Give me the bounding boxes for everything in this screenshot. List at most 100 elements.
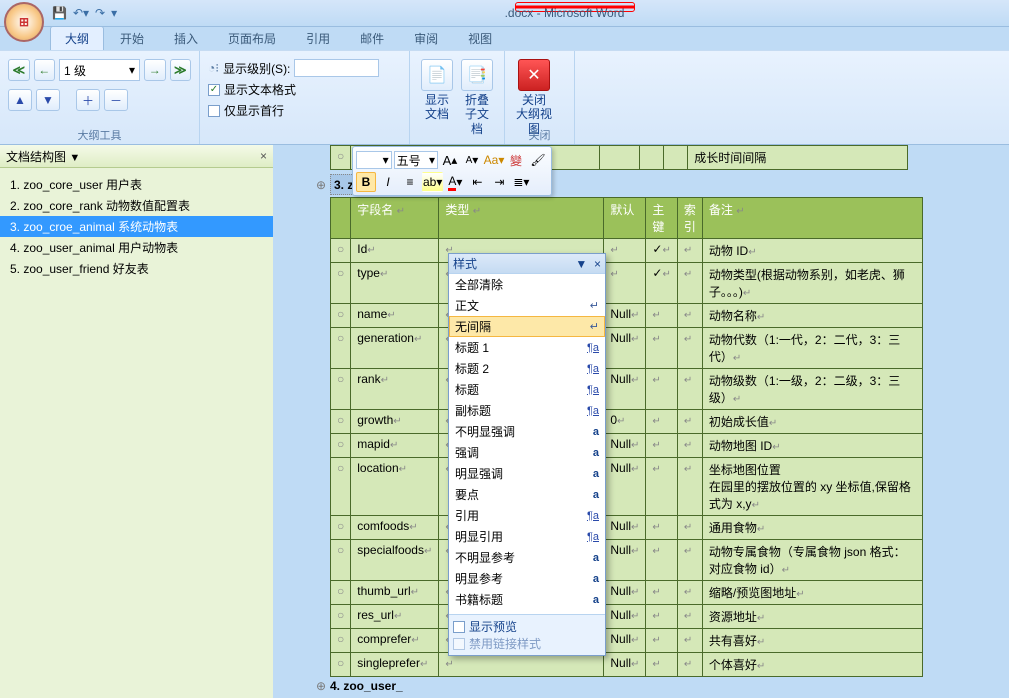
cell-field[interactable]: mapid↵: [351, 434, 439, 458]
tab-review[interactable]: 审阅: [400, 27, 452, 50]
cell-default[interactable]: 0↵: [604, 410, 646, 434]
nav-item[interactable]: 3. zoo_croe_animal 系统动物表: [0, 216, 273, 237]
phonetic-guide-icon[interactable]: 變: [506, 150, 526, 170]
collapse-subdoc-button[interactable]: 📑 折叠 子文档: [458, 55, 496, 140]
demote-button[interactable]: →: [144, 59, 166, 81]
style-item[interactable]: 不明显强调a: [449, 421, 605, 442]
cell-idx[interactable]: ↵: [677, 304, 702, 328]
mini-size-combo[interactable]: 五号▾: [394, 151, 438, 169]
tab-references[interactable]: 引用: [292, 27, 344, 50]
cell-idx[interactable]: ↵: [677, 540, 702, 581]
cell-note[interactable]: 通用食物↵: [702, 516, 922, 540]
cell-note[interactable]: 缩略/预览图地址↵: [702, 581, 922, 605]
style-item[interactable]: 明显引用¶a: [449, 526, 605, 547]
cell-idx[interactable]: ↵: [677, 328, 702, 369]
cell-idx[interactable]: ↵: [677, 629, 702, 653]
promote-to-h1-button[interactable]: ≪: [8, 59, 30, 81]
show-document-button[interactable]: 📄 显示 文档: [418, 55, 456, 140]
style-item[interactable]: 无间隔↵: [449, 316, 605, 337]
cell-field[interactable]: singleprefer↵: [351, 653, 439, 677]
align-center-icon[interactable]: ≡: [400, 172, 420, 192]
cell-note[interactable]: 动物 ID↵: [702, 239, 922, 263]
cell-field[interactable]: generation↵: [351, 328, 439, 369]
nav-close-icon[interactable]: ×: [260, 149, 267, 163]
cell-note[interactable]: 动物专属食物（专属食物 json 格式：对应食物 id）↵: [702, 540, 922, 581]
nav-dropdown-icon[interactable]: ▼: [69, 152, 80, 164]
shrink-font-icon[interactable]: A▾: [462, 150, 482, 170]
style-item[interactable]: 不明显参考a: [449, 547, 605, 568]
style-item[interactable]: 副标题¶a: [449, 400, 605, 421]
outline-plus-icon[interactable]: ⊕: [312, 174, 330, 195]
style-item[interactable]: 明显参考a: [449, 568, 605, 589]
cell-note[interactable]: 共有喜好↵: [702, 629, 922, 653]
style-item[interactable]: 正文↵: [449, 295, 605, 316]
cell-pk[interactable]: ↵: [646, 540, 677, 581]
style-item[interactable]: 标题 2¶a: [449, 358, 605, 379]
cell-idx[interactable]: ↵: [677, 581, 702, 605]
cell-pk[interactable]: ↵: [646, 516, 677, 540]
cell-idx[interactable]: ↵: [677, 516, 702, 540]
cell-default[interactable]: Null↵: [604, 304, 646, 328]
cell-idx[interactable]: ↵: [677, 239, 702, 263]
cell-field[interactable]: thumb_url↵: [351, 581, 439, 605]
bullets-icon[interactable]: ≣▾: [511, 172, 531, 192]
cell-note[interactable]: 动物级数（1:一级，2：二级，3：三级）↵: [702, 369, 922, 410]
cell-field[interactable]: comfoods↵: [351, 516, 439, 540]
cell-idx[interactable]: ↵: [677, 653, 702, 677]
cell-pk[interactable]: ↵: [646, 410, 677, 434]
cell-field[interactable]: growth↵: [351, 410, 439, 434]
nav-item[interactable]: 2. zoo_core_rank 动物数值配置表: [0, 195, 273, 216]
qat-redo-icon[interactable]: ↷: [95, 6, 105, 20]
style-item[interactable]: 引用¶a: [449, 505, 605, 526]
cell-pk[interactable]: ↵: [646, 434, 677, 458]
cell-default[interactable]: Null↵: [604, 434, 646, 458]
mini-font-combo[interactable]: ▾: [356, 151, 392, 169]
cell-default[interactable]: Null↵: [604, 458, 646, 516]
style-item[interactable]: 标题 1¶a: [449, 337, 605, 358]
cell-pk[interactable]: ↵: [646, 328, 677, 369]
italic-button[interactable]: I: [378, 172, 398, 192]
cell-field[interactable]: Id↵: [351, 239, 439, 263]
cell-note[interactable]: 动物代数（1:一代，2：二代，3：三代）↵: [702, 328, 922, 369]
collapse-button[interactable]: －: [104, 89, 128, 111]
tab-insert[interactable]: 插入: [160, 27, 212, 50]
change-case-icon[interactable]: Aa▾: [484, 150, 504, 170]
grow-font-icon[interactable]: A▴: [440, 150, 460, 170]
expand-button[interactable]: ＋: [76, 89, 100, 111]
cell-idx[interactable]: ↵: [677, 263, 702, 304]
cell-pk[interactable]: ✓↵: [646, 239, 677, 263]
tab-home[interactable]: 开始: [106, 27, 158, 50]
style-item[interactable]: 全部清除: [449, 274, 605, 295]
decrease-indent-icon[interactable]: ⇤: [467, 172, 487, 192]
qat-customize-icon[interactable]: ▾: [111, 6, 117, 20]
cell-idx[interactable]: ↵: [677, 605, 702, 629]
outline-level-combo[interactable]: 1 级▾: [59, 59, 140, 81]
styles-close-icon[interactable]: ×: [594, 257, 601, 271]
cell-default[interactable]: Null↵: [604, 605, 646, 629]
qat-undo-icon[interactable]: ↶▾: [73, 6, 89, 20]
cell-note[interactable]: 坐标地图位置在园里的摆放位置的 xy 坐标值,保留格式为 x,y↵: [702, 458, 922, 516]
cell-field[interactable]: specialfoods↵: [351, 540, 439, 581]
show-level-combo[interactable]: [294, 59, 379, 77]
show-first-line-checkbox[interactable]: [208, 105, 220, 117]
style-item[interactable]: 要点a: [449, 484, 605, 505]
office-button[interactable]: ⊞: [4, 2, 44, 42]
promote-button[interactable]: ←: [34, 59, 56, 81]
cell-idx[interactable]: ↵: [677, 410, 702, 434]
cell-field[interactable]: name↵: [351, 304, 439, 328]
cell-note[interactable]: 个体喜好↵: [702, 653, 922, 677]
qat-save-icon[interactable]: 💾: [52, 6, 67, 20]
cell-field[interactable]: location↵: [351, 458, 439, 516]
cell-field[interactable]: type↵: [351, 263, 439, 304]
outline-plus-icon[interactable]: ⊕: [312, 679, 330, 693]
show-preview-checkbox[interactable]: 显示预览: [453, 618, 601, 635]
cell-idx[interactable]: ↵: [677, 458, 702, 516]
cell-default[interactable]: Null↵: [604, 369, 646, 410]
format-painter-icon[interactable]: 🖌: [528, 150, 548, 170]
cell-field[interactable]: res_url↵: [351, 605, 439, 629]
tab-mailings[interactable]: 邮件: [346, 27, 398, 50]
cell-type[interactable]: ↵: [439, 653, 604, 677]
show-text-format-checkbox[interactable]: [208, 84, 220, 96]
cell-note[interactable]: 动物名称↵: [702, 304, 922, 328]
cell-default[interactable]: Null↵: [604, 540, 646, 581]
